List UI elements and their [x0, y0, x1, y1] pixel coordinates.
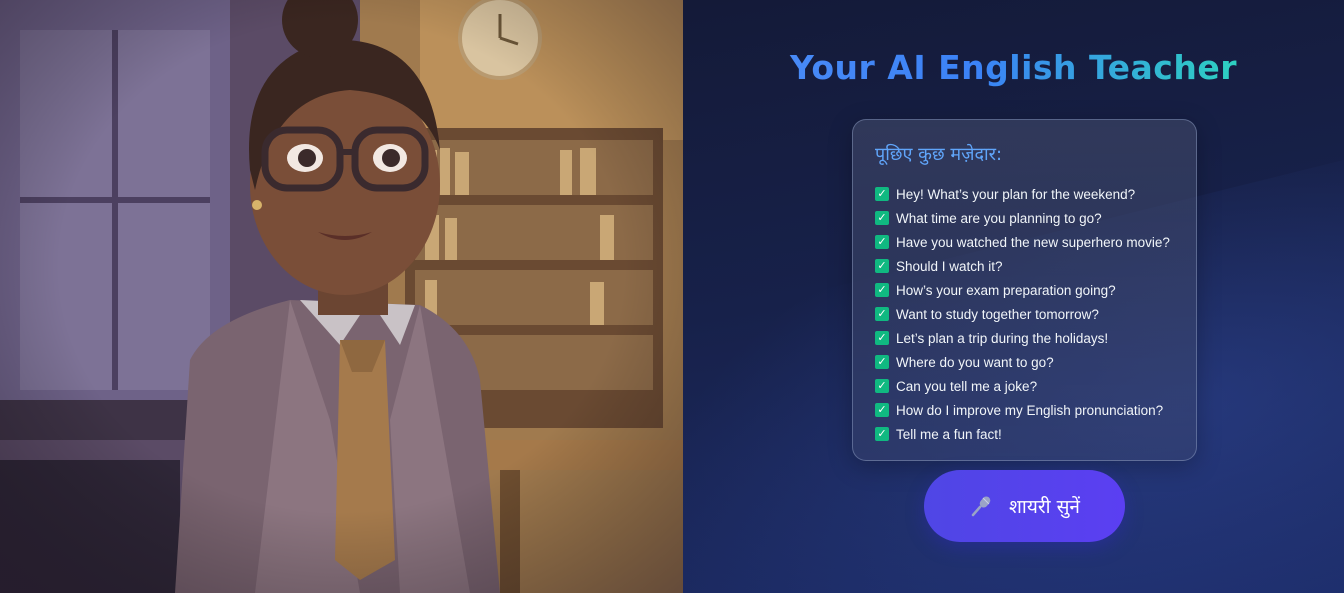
suggestion-item[interactable]: How’s your exam preparation going?	[875, 278, 1178, 302]
check-icon	[875, 211, 889, 225]
suggestions-heading: पूछिए कुछ मज़ेदार:	[875, 144, 1003, 165]
suggestions-list: Hey! What’s your plan for the weekend? W…	[875, 182, 1178, 446]
suggestion-text: What time are you planning to go?	[896, 210, 1102, 226]
content-panel: Your AI English Teacher पूछिए कुछ मज़ेदा…	[683, 0, 1344, 593]
check-icon	[875, 379, 889, 393]
listen-shayari-button[interactable]: शायरी सुनें	[924, 470, 1125, 542]
check-icon	[875, 427, 889, 441]
check-icon	[875, 403, 889, 417]
page-title: Your AI English Teacher	[683, 48, 1344, 87]
suggestion-item[interactable]: How do I improve my English pronunciatio…	[875, 398, 1178, 422]
suggestion-item[interactable]: Have you watched the new superhero movie…	[875, 230, 1178, 254]
check-icon	[875, 235, 889, 249]
suggestion-item[interactable]: Let’s plan a trip during the holidays!	[875, 326, 1178, 350]
suggestion-item[interactable]: Tell me a fun fact!	[875, 422, 1178, 446]
suggestion-item[interactable]: Want to study together tomorrow?	[875, 302, 1178, 326]
suggestion-text: How’s your exam preparation going?	[896, 282, 1116, 298]
suggestion-item[interactable]: Where do you want to go?	[875, 350, 1178, 374]
suggestion-item[interactable]: Can you tell me a joke?	[875, 374, 1178, 398]
suggestion-text: Hey! What’s your plan for the weekend?	[896, 186, 1136, 202]
suggestions-card: पूछिए कुछ मज़ेदार: Hey! What’s your plan…	[852, 119, 1197, 461]
listen-button-label: शायरी सुनें	[1009, 496, 1080, 518]
suggestion-text: Let’s plan a trip during the holidays!	[896, 330, 1109, 346]
suggestion-item[interactable]: Hey! What’s your plan for the weekend?	[875, 182, 1178, 206]
teacher-avatar-image	[0, 0, 683, 593]
suggestion-text: Tell me a fun fact!	[896, 426, 1002, 442]
suggestion-text: Have you watched the new superhero movie…	[896, 234, 1170, 250]
microphone-icon	[969, 493, 995, 519]
check-icon	[875, 259, 889, 273]
check-icon	[875, 355, 889, 369]
page: Your AI English Teacher पूछिए कुछ मज़ेदा…	[0, 0, 1344, 593]
teacher-illustration	[0, 0, 683, 593]
suggestion-text: Can you tell me a joke?	[896, 378, 1038, 394]
suggestion-item[interactable]: What time are you planning to go?	[875, 206, 1178, 230]
check-icon	[875, 307, 889, 321]
check-icon	[875, 283, 889, 297]
suggestion-text: Want to study together tomorrow?	[896, 306, 1099, 322]
suggestion-text: How do I improve my English pronunciatio…	[896, 402, 1164, 418]
suggestion-item[interactable]: Should I watch it?	[875, 254, 1178, 278]
check-icon	[875, 331, 889, 345]
suggestion-text: Where do you want to go?	[896, 354, 1054, 370]
suggestion-text: Should I watch it?	[896, 258, 1003, 274]
check-icon	[875, 187, 889, 201]
